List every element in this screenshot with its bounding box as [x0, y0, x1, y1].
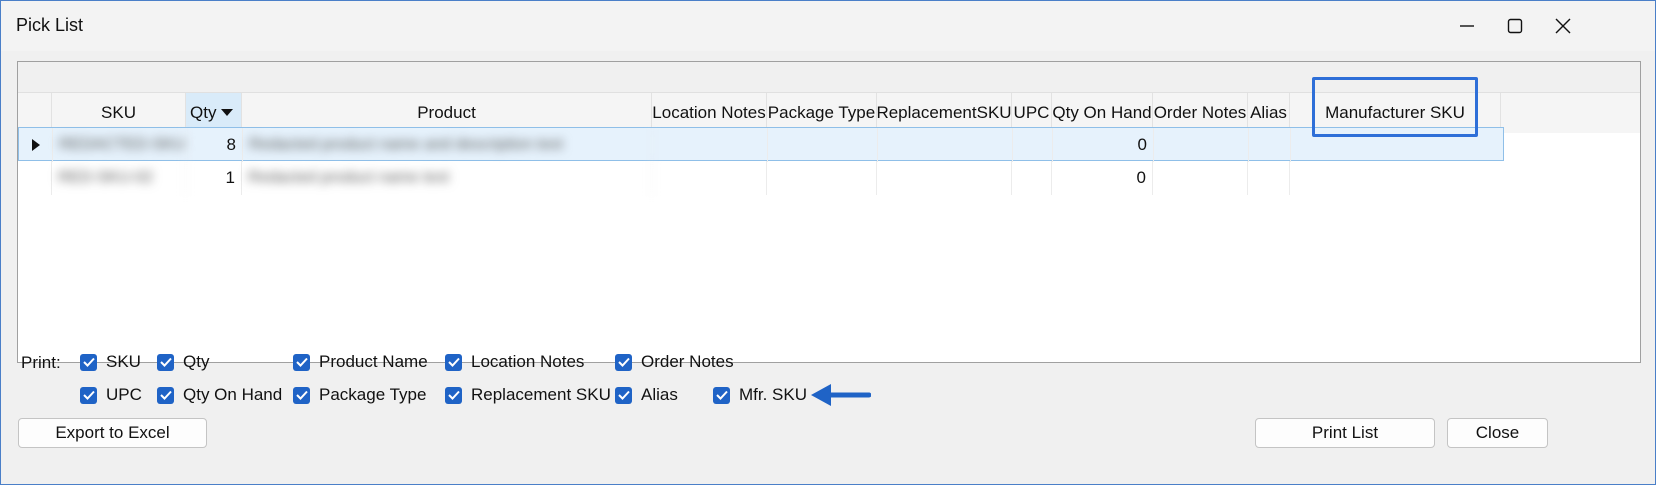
checkbox-checked-icon [615, 386, 632, 404]
checkbox-checked-icon [157, 386, 174, 404]
cell-location-notes [652, 161, 767, 195]
cell-location-notes [653, 128, 768, 162]
annotation-arrow-icon [811, 384, 871, 406]
checkbox-label: UPC [106, 385, 142, 404]
close-icon [1555, 18, 1571, 34]
checkbox-label: Product Name [319, 352, 428, 371]
cell-qty: 1 [186, 161, 242, 195]
cell-upc [1013, 128, 1053, 162]
cell-order-notes [1153, 161, 1248, 195]
print-package-type-checkbox[interactable]: Package Type [293, 385, 426, 405]
export-to-excel-button[interactable]: Export to Excel [18, 418, 207, 448]
checkbox-checked-icon [157, 353, 174, 371]
cell-upc [1012, 161, 1052, 195]
maximize-button[interactable] [1497, 11, 1533, 41]
cell-order-notes [1154, 128, 1249, 162]
print-location-notes-checkbox[interactable]: Location Notes [445, 352, 584, 372]
checkbox-checked-icon [713, 386, 730, 404]
checkbox-label: Alias [641, 385, 678, 404]
cell-product: Redacted product name and description te… [243, 128, 653, 162]
checkbox-checked-icon [80, 353, 97, 371]
row-selector[interactable] [18, 161, 52, 195]
checkbox-label: Qty [183, 352, 210, 371]
current-row-arrow-icon [31, 139, 40, 151]
cell-qty: 8 [187, 128, 243, 162]
row-selector[interactable] [19, 128, 53, 162]
cell-package-type [768, 128, 878, 162]
checkbox-checked-icon [293, 353, 310, 371]
checkbox-label: Order Notes [641, 352, 734, 371]
print-order-notes-checkbox[interactable]: Order Notes [615, 352, 734, 372]
cell-replacement-sku [877, 161, 1012, 195]
print-list-button[interactable]: Print List [1255, 418, 1435, 448]
window-title: Pick List [16, 15, 84, 35]
close-window-button[interactable] [1545, 11, 1581, 41]
print-label: Print: [21, 353, 61, 372]
maximize-icon [1507, 18, 1523, 34]
checkbox-checked-icon [445, 386, 462, 404]
manufacturer-sku-highlight [1312, 77, 1478, 137]
cell-qty-on-hand: 0 [1052, 161, 1153, 195]
print-mfr-sku-checkbox[interactable]: Mfr. SKU [713, 385, 807, 405]
checkbox-label: Qty On Hand [183, 385, 283, 404]
close-button[interactable]: Close [1447, 418, 1548, 448]
cell-replacement-sku [878, 128, 1013, 162]
title-bar[interactable]: Pick List [1, 1, 1655, 51]
cell-alias [1248, 161, 1290, 195]
checkbox-label: Package Type [319, 385, 427, 404]
cell-sku: RED-SKU-02 [52, 161, 186, 195]
cell-product: Redacted product name text [242, 161, 652, 195]
print-product-name-checkbox[interactable]: Product Name [293, 352, 428, 372]
sort-descending-icon [221, 109, 234, 116]
print-upc-checkbox[interactable]: UPC [80, 385, 142, 405]
checkbox-checked-icon [80, 386, 97, 404]
minimize-button[interactable] [1449, 11, 1485, 41]
print-qty-checkbox[interactable]: Qty [157, 352, 209, 372]
checkbox-label: Mfr. SKU [739, 385, 808, 404]
header-qty-label: Qty [190, 103, 217, 122]
checkbox-label: Location Notes [471, 352, 585, 371]
checkbox-checked-icon [293, 386, 310, 404]
pick-list-window: Pick List SKU Qty Product Location Notes… [0, 0, 1656, 485]
cell-alias [1249, 128, 1291, 162]
print-alias-checkbox[interactable]: Alias [615, 385, 678, 405]
cell-qty-on-hand: 0 [1053, 128, 1154, 162]
cell-sku: REDACTED-SKU-01 [53, 128, 187, 162]
checkbox-label: Replacement SKU [471, 385, 611, 404]
print-qty-on-hand-checkbox[interactable]: Qty On Hand [157, 385, 282, 405]
table-row[interactable]: REDACTED-SKU-01 8 Redacted product name … [18, 127, 1504, 162]
checkbox-label: SKU [106, 352, 141, 371]
cell-package-type [767, 161, 877, 195]
table-row[interactable]: RED-SKU-02 1 Redacted product name text … [18, 161, 1504, 195]
checkbox-checked-icon [615, 353, 632, 371]
print-replacement-sku-checkbox[interactable]: Replacement SKU [445, 385, 611, 405]
print-sku-checkbox[interactable]: SKU [80, 352, 141, 372]
checkbox-checked-icon [445, 353, 462, 371]
minimize-icon [1460, 25, 1474, 27]
